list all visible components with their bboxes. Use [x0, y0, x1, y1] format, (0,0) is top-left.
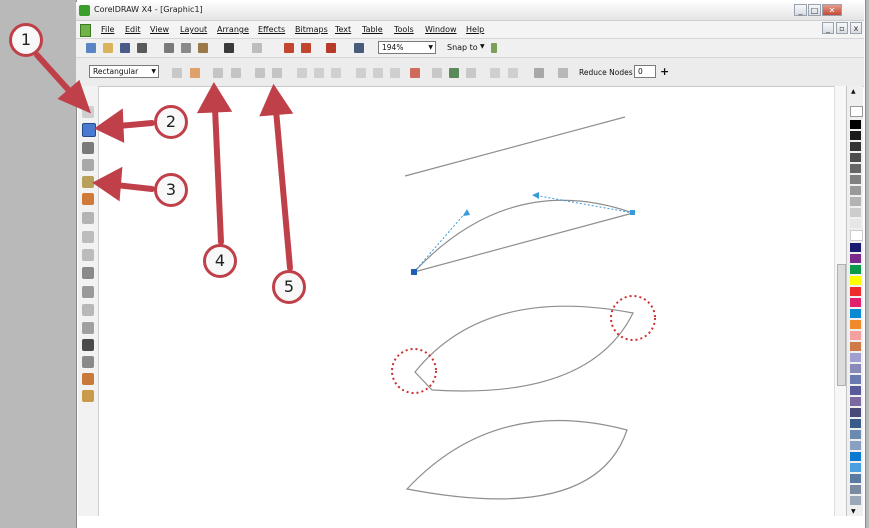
annotation-badge-2: 2	[154, 105, 188, 139]
control-handle-line	[413, 210, 468, 273]
arrow-5-head	[259, 83, 294, 117]
curve-node[interactable]	[630, 210, 635, 215]
annotation-badge-3: 3	[154, 173, 188, 207]
straight-line[interactable]	[404, 116, 626, 177]
annotation-badge-4: 4	[203, 244, 237, 278]
highlight-circle	[610, 295, 656, 341]
control-handle-arrow[interactable]	[532, 192, 539, 199]
arrow-3	[113, 182, 155, 192]
curve-being-edited[interactable]	[413, 199, 636, 273]
arrow-5	[273, 107, 293, 271]
annotation-badge-1: 1	[9, 23, 43, 57]
tutorial-arrows	[34, 52, 294, 271]
control-handle-arrow[interactable]	[463, 209, 470, 216]
leaf-shape-final[interactable]	[405, 419, 628, 500]
drawing-canvas[interactable]	[0, 0, 869, 528]
arrow-4-head	[196, 82, 233, 114]
selected-node[interactable]	[411, 269, 417, 275]
control-handle-line	[533, 194, 634, 214]
arrow-3-head	[92, 166, 123, 202]
annotation-badge-5: 5	[272, 270, 306, 304]
leaf-shape-cusp[interactable]	[414, 305, 634, 392]
arrow-4	[212, 105, 224, 245]
arrow-2-head	[94, 108, 125, 143]
